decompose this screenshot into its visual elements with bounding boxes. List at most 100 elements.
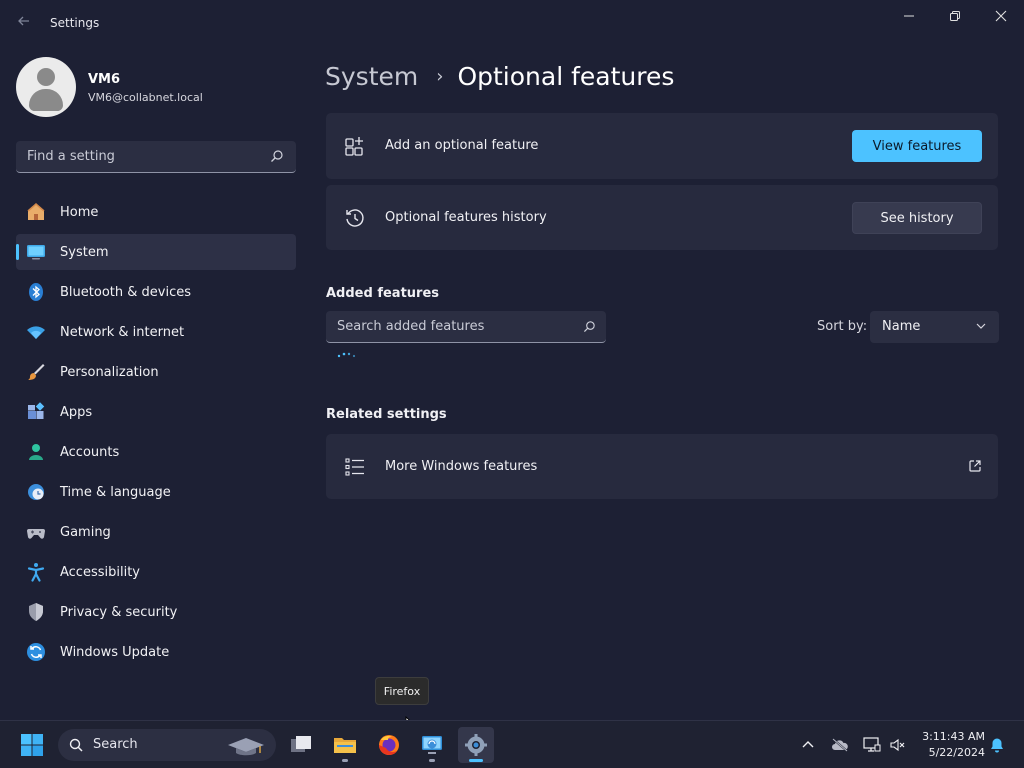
sidebar-item-network[interactable]: Network & internet (16, 314, 296, 350)
sidebar-item-label: Home (60, 204, 99, 220)
profile-email: VM6@collabnet.local (88, 91, 203, 104)
sidebar-item-label: Windows Update (60, 644, 170, 660)
show-hidden-icons-button[interactable] (796, 733, 820, 757)
time-language-icon (26, 482, 46, 502)
profile-name: VM6 (88, 72, 121, 87)
sidebar-item-accounts[interactable]: Accounts (16, 434, 296, 470)
history-label: Optional features history (385, 210, 547, 225)
minimize-icon (904, 15, 914, 17)
close-button[interactable] (978, 0, 1024, 32)
cloud-offline-icon (832, 738, 848, 752)
open-external-icon (969, 460, 981, 472)
breadcrumb-separator: › (436, 65, 444, 87)
accessibility-icon (26, 562, 46, 582)
more-windows-features-label: More Windows features (385, 459, 538, 474)
history-icon (346, 209, 364, 227)
see-history-button[interactable]: See history (852, 202, 982, 234)
add-feature-icon (345, 137, 363, 156)
onedrive-tray[interactable] (828, 733, 852, 757)
title-bar: Settings (0, 0, 1024, 48)
sidebar-item-label: Network & internet (60, 324, 185, 340)
window-title: Settings (50, 16, 100, 30)
sort-by-label: Sort by: (817, 319, 868, 334)
chevron-up-icon (802, 741, 814, 748)
avatar (16, 57, 76, 117)
view-features-button[interactable]: View features (852, 130, 982, 162)
system-icon (26, 242, 46, 262)
sidebar-item-label: Gaming (60, 524, 111, 540)
sidebar-item-label: System (60, 244, 109, 260)
sidebar-item-personalization[interactable]: Personalization (16, 354, 296, 390)
sidebar-item-accessibility[interactable]: Accessibility (16, 554, 296, 590)
notifications-button[interactable] (985, 733, 1009, 757)
gear-icon (465, 734, 487, 756)
wifi-icon (26, 322, 46, 342)
back-arrow-icon[interactable] (14, 14, 34, 34)
update-icon (26, 642, 46, 662)
find-setting-placeholder: Find a setting (27, 149, 115, 164)
search-added-features-input[interactable]: Search added features (326, 311, 606, 343)
breadcrumb-parent[interactable]: System (325, 62, 418, 91)
sidebar-item-privacy-security[interactable]: Privacy & security (16, 594, 296, 630)
network-icon (863, 737, 881, 752)
sidebar-item-label: Privacy & security (60, 604, 178, 620)
search-icon (583, 321, 595, 333)
sidebar-item-windows-update[interactable]: Windows Update (16, 634, 296, 670)
sidebar-item-system[interactable]: System (16, 234, 296, 270)
start-button-windows-icon[interactable] (20, 733, 44, 757)
accounts-icon (26, 442, 46, 462)
task-view-icon (291, 736, 311, 752)
sidebar-item-label: Accessibility (60, 564, 140, 580)
sidebar-item-bluetooth[interactable]: Bluetooth & devices (16, 274, 296, 310)
sidebar-item-home[interactable]: Home (16, 194, 296, 230)
add-feature-label: Add an optional feature (385, 138, 539, 153)
network-tray[interactable] (860, 733, 884, 757)
minimize-button[interactable] (886, 0, 932, 32)
list-icon (345, 458, 364, 476)
remote-desktop-icon (422, 736, 442, 754)
find-setting-input[interactable]: Find a setting (16, 141, 296, 173)
sidebar-item-label: Accounts (60, 444, 120, 460)
shield-icon (26, 602, 46, 622)
firefox-tooltip: Firefox (375, 677, 429, 705)
sort-by-dropdown[interactable]: Name (870, 311, 999, 343)
taskbar: Search 3:11:43 AM 5/22/2024 (0, 720, 1024, 768)
add-optional-feature-card: Add an optional feature View features (326, 113, 998, 179)
taskbar-search-label: Search (93, 737, 138, 752)
breadcrumb: System › Optional features (325, 58, 674, 94)
remote-desktop-button[interactable] (414, 727, 450, 763)
task-view-button[interactable] (283, 727, 319, 763)
sidebar-item-apps[interactable]: Apps (16, 394, 296, 430)
brush-icon (26, 362, 46, 382)
page-title: Optional features (457, 61, 675, 91)
restore-button[interactable] (932, 0, 978, 32)
search-icon (271, 150, 283, 162)
apps-icon (26, 402, 46, 422)
sidebar-item-label: Bluetooth & devices (60, 284, 191, 300)
taskbar-search[interactable]: Search (58, 729, 276, 761)
sidebar-item-gaming[interactable]: Gaming (16, 514, 296, 550)
folder-icon (334, 738, 356, 753)
file-explorer-button[interactable] (327, 727, 363, 763)
chevron-down-icon (976, 323, 986, 329)
speaker-muted-icon (890, 738, 905, 752)
home-icon (26, 202, 46, 222)
firefox-icon (379, 735, 399, 755)
bell-icon (991, 738, 1003, 753)
volume-tray[interactable] (886, 733, 910, 757)
sort-by-value: Name (882, 319, 921, 334)
sidebar-item-label: Personalization (60, 364, 159, 380)
bluetooth-icon (26, 282, 46, 302)
search-icon (69, 738, 83, 752)
more-windows-features-card[interactable]: More Windows features (326, 434, 998, 499)
sidebar-item-label: Time & language (60, 484, 171, 500)
user-profile[interactable]: VM6 VM6@collabnet.local (16, 57, 296, 117)
settings-app-button[interactable] (458, 727, 494, 763)
sidebar-item-time-language[interactable]: Time & language (16, 474, 296, 510)
related-settings-heading: Related settings (326, 407, 447, 422)
clock-time: 3:11:43 AM (922, 730, 985, 743)
restore-icon (950, 11, 960, 21)
taskbar-clock[interactable]: 3:11:43 AM 5/22/2024 (915, 729, 985, 761)
close-icon (995, 10, 1007, 22)
firefox-button[interactable] (371, 727, 407, 763)
